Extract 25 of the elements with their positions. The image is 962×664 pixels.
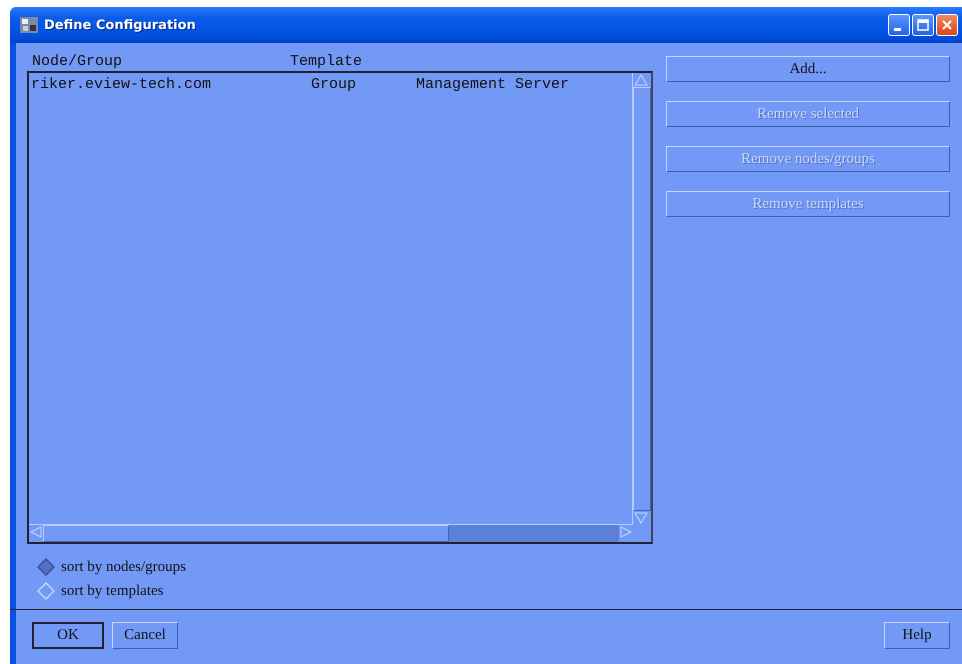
radio-label: sort by templates: [61, 582, 164, 600]
minimize-button[interactable]: [888, 14, 910, 36]
maximize-icon: [917, 19, 929, 31]
radio-label: sort by nodes/groups: [61, 558, 186, 576]
radio-button[interactable]: [37, 558, 55, 576]
dialog-button[interactable]: OK: [32, 622, 104, 649]
scroll-down-icon[interactable]: [633, 511, 649, 525]
app-icon: [20, 17, 38, 33]
action-button[interactable]: Add...: [666, 56, 950, 82]
close-button[interactable]: [936, 14, 958, 36]
scroll-up-icon[interactable]: [633, 73, 649, 87]
scroll-left-icon[interactable]: [29, 525, 43, 539]
dialog-button[interactable]: Cancel: [112, 622, 178, 649]
scroll-right-icon[interactable]: [619, 525, 633, 539]
dialog-button[interactable]: Help: [884, 622, 950, 649]
window-title: Define Configuration: [44, 18, 197, 32]
table-cell-text: riker.eview-tech.com: [30, 76, 212, 93]
list-box[interactable]: riker.eview-tech.com Group Management Server: [27, 71, 653, 544]
column-header: Node/Group: [31, 53, 124, 70]
column-header: Template: [289, 53, 364, 70]
close-icon: [941, 19, 953, 31]
maximize-button[interactable]: [912, 14, 934, 36]
minimize-icon: [894, 28, 901, 30]
table-cell-text: Group: [310, 76, 358, 93]
table-cell-text: Management Server: [415, 76, 570, 93]
